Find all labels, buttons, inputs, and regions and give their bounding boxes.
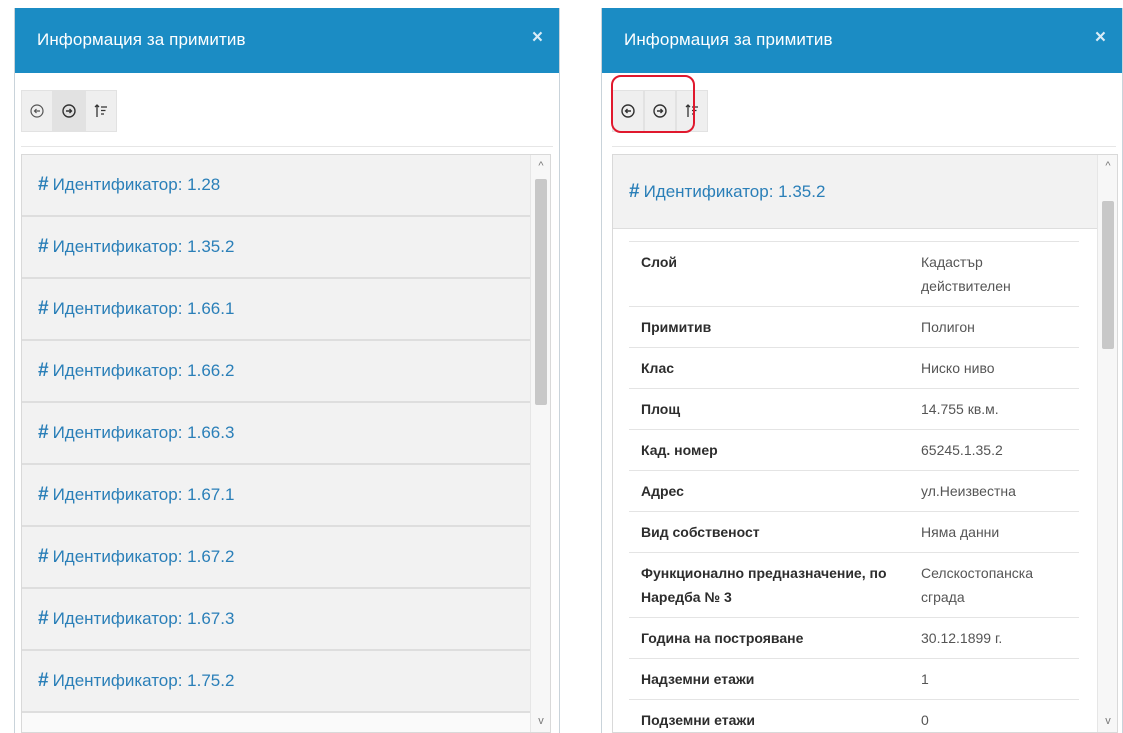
hash-icon: # bbox=[38, 236, 49, 257]
list-item-label: Идентификатор: 1.35.2 bbox=[52, 237, 235, 256]
property-row: Година на построяване 30.12.1899 г. bbox=[629, 617, 1079, 659]
panel-title: Информация за примитив bbox=[37, 30, 246, 49]
hash-icon: # bbox=[38, 670, 49, 691]
panel-header: Информация за примитив × bbox=[15, 8, 559, 73]
sort-button[interactable] bbox=[676, 90, 708, 132]
scrollbar[interactable]: ^ v bbox=[1097, 155, 1117, 732]
detail-header[interactable]: # Идентификатор: 1.35.2 bbox=[613, 155, 1117, 229]
arrow-left-circle-icon bbox=[30, 104, 44, 118]
toolbar-divider bbox=[21, 146, 553, 147]
scroll-thumb[interactable] bbox=[535, 179, 547, 405]
list-item[interactable]: # Идентификатор: 1.66.2 bbox=[22, 341, 550, 403]
property-row: Слой Кадастър действителен bbox=[629, 241, 1079, 307]
close-icon[interactable]: × bbox=[532, 28, 543, 48]
property-value: 14.755 кв.м. bbox=[909, 388, 1079, 430]
property-row: Надземни етажи 1 bbox=[629, 658, 1079, 700]
property-key: Кад. номер bbox=[629, 429, 909, 471]
list-item[interactable]: # Идентификатор: 1.35.2 bbox=[22, 217, 550, 279]
panel-title: Информация за примитив bbox=[624, 30, 833, 49]
list-item[interactable]: # Идентификатор: 1.66.3 bbox=[22, 403, 550, 465]
next-button[interactable] bbox=[53, 90, 85, 132]
toolbar-divider bbox=[612, 146, 1116, 147]
property-row: Подземни етажи 0 bbox=[629, 699, 1079, 732]
next-button[interactable] bbox=[644, 90, 676, 132]
toolbar bbox=[21, 90, 117, 142]
list-item-label: Идентификатор: 1.66.3 bbox=[52, 423, 235, 442]
property-key: Подземни етажи bbox=[629, 699, 909, 732]
property-key: Площ bbox=[629, 388, 909, 430]
scroll-thumb[interactable] bbox=[1102, 201, 1114, 349]
list-item-label: Идентификатор: 1.67.3 bbox=[52, 609, 235, 628]
property-row: Кад. номер 65245.1.35.2 bbox=[629, 429, 1079, 471]
list-item-label: Идентификатор: 1.67.2 bbox=[52, 547, 235, 566]
property-key: Вид собственост bbox=[629, 511, 909, 553]
hash-icon: # bbox=[629, 180, 640, 202]
detail-view: # Идентификатор: 1.35.2 Слой Кадастър дей… bbox=[612, 154, 1118, 733]
list-item[interactable]: # Идентификатор: 1.67.3 bbox=[22, 589, 550, 651]
scroll-up-icon[interactable]: ^ bbox=[531, 157, 550, 175]
sort-button[interactable] bbox=[85, 90, 117, 132]
property-key: Примитив bbox=[629, 306, 909, 348]
property-row: Площ 14.755 кв.м. bbox=[629, 388, 1079, 430]
list-item-label: Идентификатор: 1.75.2 bbox=[52, 671, 235, 690]
hash-icon: # bbox=[38, 484, 49, 505]
property-key: Адрес bbox=[629, 470, 909, 512]
property-value: 0 bbox=[909, 699, 1079, 732]
hash-icon: # bbox=[38, 174, 49, 195]
hash-icon: # bbox=[38, 298, 49, 319]
panel-header: Информация за примитив × bbox=[602, 8, 1122, 73]
property-row: Клас Ниско ниво bbox=[629, 347, 1079, 389]
identifier-list: # Идентификатор: 1.28 # Идентификатор: 1.35… bbox=[21, 154, 551, 733]
property-value: Кадастър действителен bbox=[909, 241, 1079, 307]
list-item-label: Идентификатор: 1.66.2 bbox=[52, 361, 235, 380]
property-key: Година на построяване bbox=[629, 617, 909, 659]
detail-title: Идентификатор: 1.35.2 bbox=[643, 181, 826, 201]
properties-table: Слой Кадастър действителен Примитив Полигон… bbox=[629, 241, 1079, 732]
property-row: Адрес ул.Неизвестна bbox=[629, 470, 1079, 512]
list-item[interactable]: # Идентификатор: 1.67.2 bbox=[22, 527, 550, 589]
arrow-right-circle-icon bbox=[653, 104, 667, 118]
list-item-label: Идентификатор: 1.28 bbox=[52, 175, 221, 194]
property-value: 30.12.1899 г. bbox=[909, 617, 1079, 659]
property-value: Полигон bbox=[909, 306, 1079, 348]
property-value: ул.Неизвестна bbox=[909, 470, 1079, 512]
property-value: Селскостопанска сграда bbox=[909, 552, 1079, 618]
property-key: Клас bbox=[629, 347, 909, 389]
scroll-up-icon[interactable]: ^ bbox=[1098, 157, 1117, 175]
toolbar bbox=[612, 90, 708, 142]
primitive-info-panel-detail: Информация за примитив × # Идентификатор… bbox=[601, 8, 1123, 733]
scroll-down-icon[interactable]: v bbox=[531, 712, 550, 730]
hash-icon: # bbox=[38, 546, 49, 567]
previous-button[interactable] bbox=[21, 90, 53, 132]
property-key: Слой bbox=[629, 241, 909, 307]
sort-icon bbox=[94, 104, 107, 117]
list-item-label: Идентификатор: 1.66.1 bbox=[52, 299, 235, 318]
property-row: Вид собственост Няма данни bbox=[629, 511, 1079, 553]
list-item[interactable]: # Идентификатор: 1.66.1 bbox=[22, 279, 550, 341]
hash-icon: # bbox=[38, 608, 49, 629]
close-icon[interactable]: × bbox=[1095, 28, 1106, 48]
sort-icon bbox=[685, 104, 698, 117]
arrow-left-circle-icon bbox=[621, 104, 635, 118]
property-value: 65245.1.35.2 bbox=[909, 429, 1079, 471]
list-item[interactable]: # Идентификатор: 1.75.2 bbox=[22, 651, 550, 713]
property-key: Функционално предназначение, по Наредба … bbox=[629, 552, 909, 618]
property-row: Функционално предназначение, по Наредба … bbox=[629, 552, 1079, 618]
list-item[interactable]: # Идентификатор: 1.28 bbox=[22, 155, 550, 217]
property-value: Ниско ниво bbox=[909, 347, 1079, 389]
property-value: 1 bbox=[909, 658, 1079, 700]
arrow-right-circle-icon bbox=[62, 104, 76, 118]
previous-button[interactable] bbox=[612, 90, 644, 132]
scroll-down-icon[interactable]: v bbox=[1098, 712, 1117, 730]
primitive-info-panel-list: Информация за примитив × # Идентификатор:… bbox=[14, 8, 560, 733]
property-key: Надземни етажи bbox=[629, 658, 909, 700]
scrollbar[interactable]: ^ v bbox=[530, 155, 550, 732]
property-value: Няма данни bbox=[909, 511, 1079, 553]
list-item-label: Идентификатор: 1.67.1 bbox=[52, 485, 235, 504]
hash-icon: # bbox=[38, 360, 49, 381]
list-item[interactable]: # Идентификатор: 1.67.1 bbox=[22, 465, 550, 527]
property-row: Примитив Полигон bbox=[629, 306, 1079, 348]
hash-icon: # bbox=[38, 422, 49, 443]
